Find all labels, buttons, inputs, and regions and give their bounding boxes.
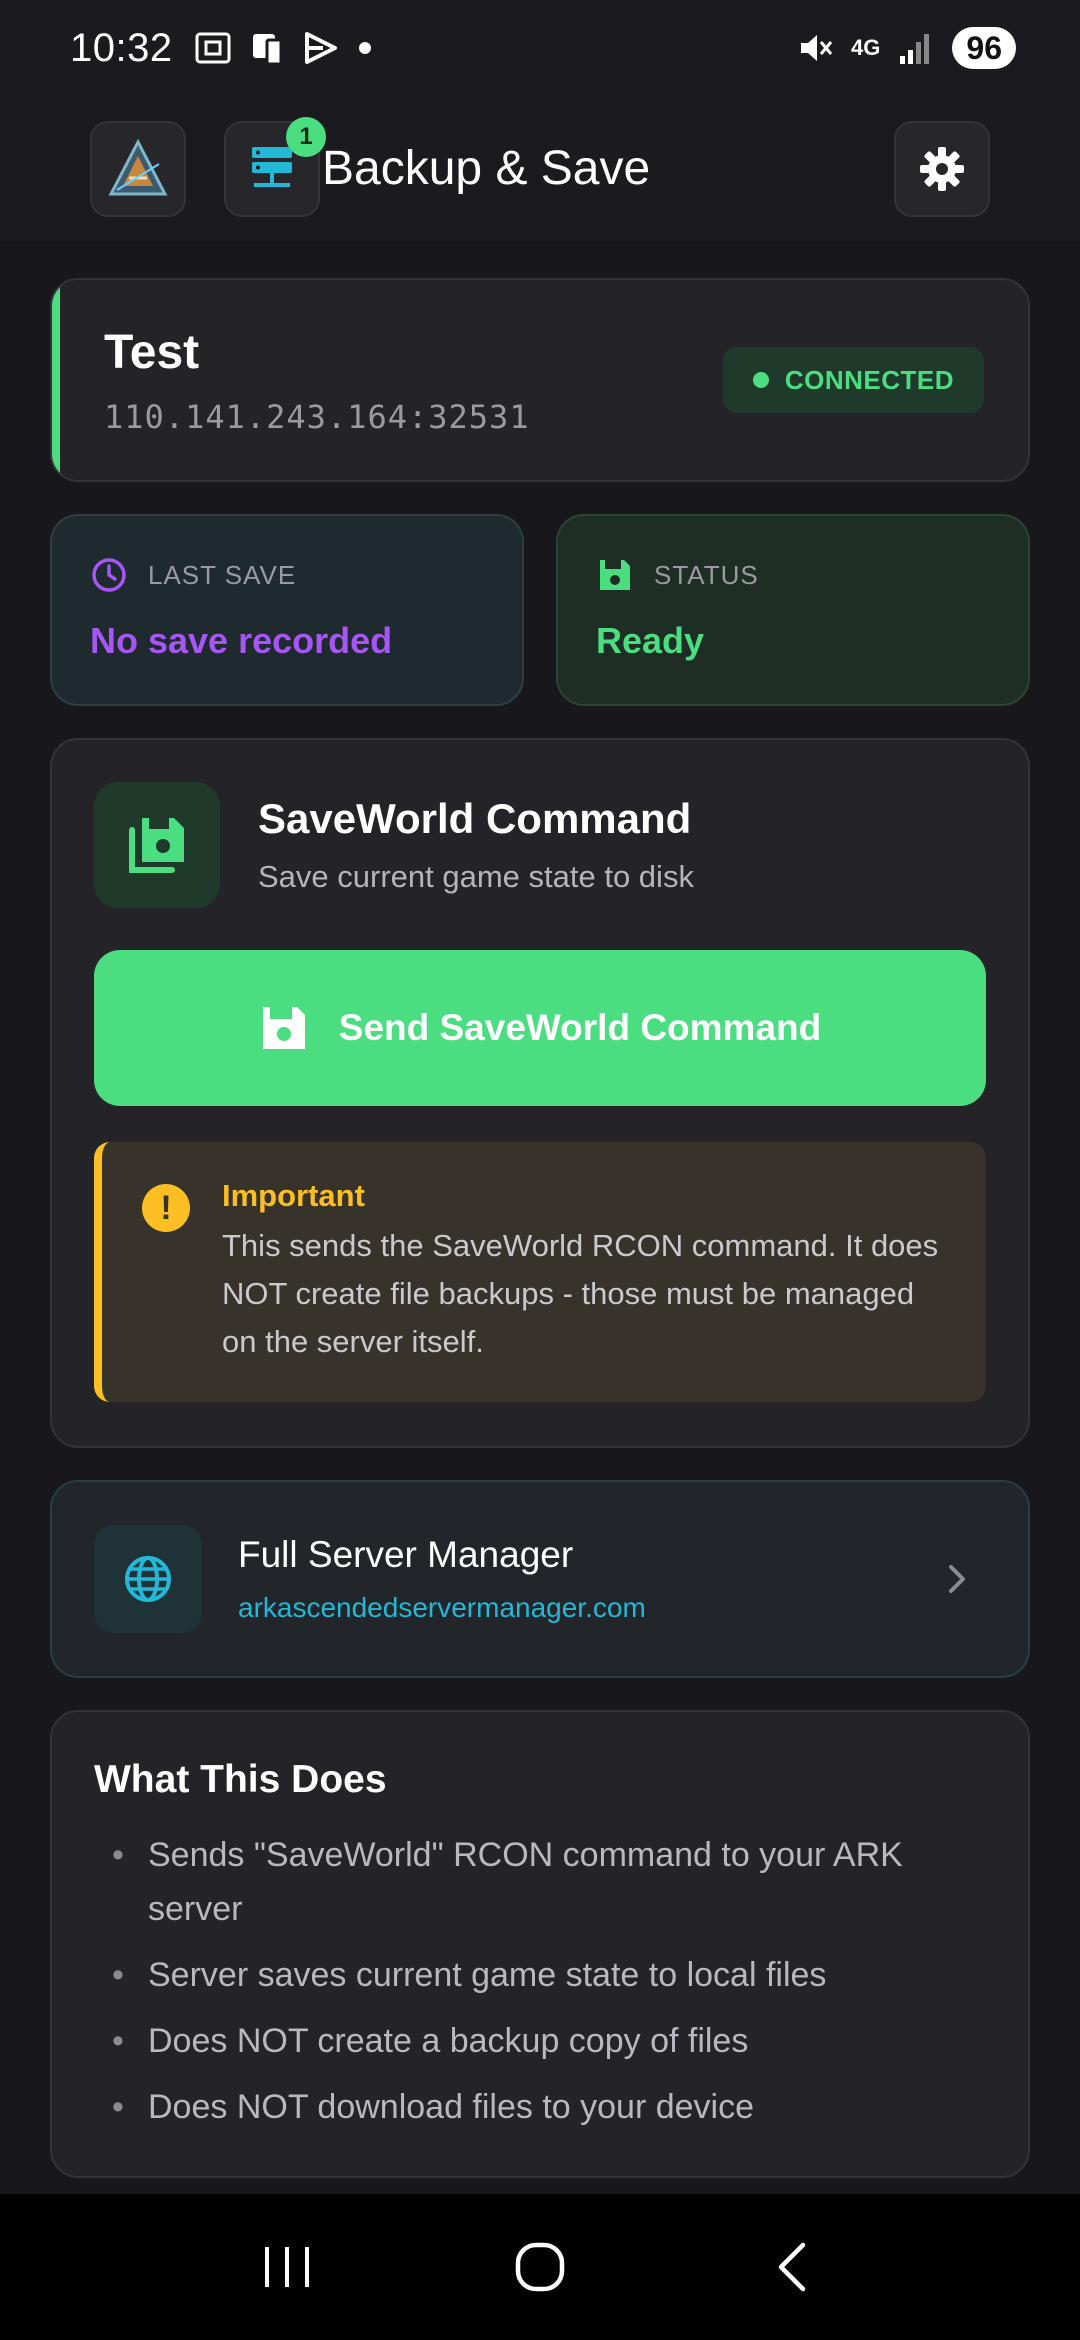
screenshot-icon bbox=[195, 32, 231, 64]
system-navigation-bar bbox=[0, 2194, 1080, 2340]
back-button[interactable] bbox=[738, 2212, 848, 2322]
list-item: Does NOT download files to your device bbox=[94, 2080, 986, 2134]
list-item: Server saves current game state to local… bbox=[94, 1948, 986, 2002]
server-details: Test 110.141.243.164:32531 bbox=[104, 325, 530, 436]
recent-apps-icon bbox=[264, 2247, 309, 2287]
signal-icon bbox=[900, 34, 930, 64]
clock-time: 10:32 bbox=[70, 25, 173, 70]
dot-icon bbox=[358, 42, 371, 54]
link-url: arkascendedservermanager.com bbox=[238, 1592, 646, 1623]
command-title: SaveWorld Command bbox=[258, 795, 692, 842]
warning-body: This sends the SaveWorld RCON command. I… bbox=[222, 1228, 939, 1359]
info-title: What This Does bbox=[94, 1758, 387, 1801]
system-status-bar: 10:32 4G 96 bbox=[0, 0, 1080, 96]
server-selector-button[interactable]: 1 bbox=[224, 116, 326, 217]
connection-status-label: CONNECTED bbox=[784, 364, 954, 395]
last-save-header: LAST SAVE bbox=[90, 556, 484, 594]
list-item: Sends "SaveWorld" RCON command to your A… bbox=[94, 1828, 986, 1936]
notification-icons bbox=[193, 28, 375, 68]
recent-apps-button[interactable] bbox=[232, 2212, 342, 2322]
info-list: Sends "SaveWorld" RCON command to your A… bbox=[94, 1828, 986, 2134]
what-this-does-card: What This Does Sends "SaveWorld" RCON co… bbox=[50, 1710, 1030, 2178]
floppy-disk-icon bbox=[262, 1007, 305, 1049]
list-item: Does NOT create a backup copy of files bbox=[94, 2014, 986, 2068]
exclamation-icon: ! bbox=[142, 1184, 190, 1232]
gear-icon bbox=[920, 146, 964, 191]
status-label: STATUS bbox=[654, 559, 759, 590]
mute-icon bbox=[801, 35, 833, 61]
clock-icon bbox=[92, 558, 126, 592]
server-count-badge: 1 bbox=[286, 116, 326, 157]
saveworld-command-card: SaveWorld Command Save current game stat… bbox=[50, 738, 1030, 1448]
globe-icon bbox=[125, 1556, 171, 1602]
server-name: Test bbox=[104, 325, 200, 379]
server-info-card: Test 110.141.243.164:32531 CONNECTED bbox=[50, 278, 1030, 482]
main-content[interactable]: Test 110.141.243.164:32531 CONNECTED LAS… bbox=[0, 242, 1080, 2194]
status-header: STATUS bbox=[596, 556, 990, 594]
server-address: 110.141.243.164:32531 bbox=[104, 397, 530, 436]
save-multiple-icon-box bbox=[94, 782, 220, 908]
last-save-label: LAST SAVE bbox=[148, 559, 297, 590]
important-warning: ! Important This sends the SaveWorld RCO… bbox=[94, 1142, 986, 1402]
back-icon bbox=[779, 2242, 806, 2292]
chevron-right-icon bbox=[949, 1565, 965, 1593]
full-server-manager-link[interactable]: Full Server Manager arkascendedserverman… bbox=[50, 1480, 1030, 1678]
last-save-value: No save recorded bbox=[90, 620, 393, 661]
play-store-icon bbox=[304, 32, 337, 64]
globe-icon-box bbox=[94, 1525, 202, 1633]
connection-status-badge: CONNECTED bbox=[722, 347, 984, 413]
command-card-text: SaveWorld Command Save current game stat… bbox=[220, 795, 694, 895]
status-dot-icon bbox=[752, 372, 769, 388]
device-icon bbox=[252, 34, 283, 66]
command-card-header: SaveWorld Command Save current game stat… bbox=[94, 782, 986, 908]
battery-level: 96 bbox=[952, 27, 1016, 69]
command-subtitle: Save current game state to disk bbox=[258, 859, 694, 894]
save-multiple-icon bbox=[129, 818, 184, 873]
status-card: STATUS Ready bbox=[556, 514, 1030, 706]
link-title: Full Server Manager bbox=[238, 1534, 574, 1575]
ark-logo-icon bbox=[108, 138, 168, 195]
settings-button[interactable] bbox=[894, 120, 990, 217]
app-header: 1 Backup & Save bbox=[0, 96, 1080, 242]
send-saveworld-button-label: Send SaveWorld Command bbox=[338, 1007, 822, 1048]
warning-title: Important bbox=[222, 1178, 365, 1213]
stats-row: LAST SAVE No save recorded STATUS Ready bbox=[50, 514, 1030, 706]
link-text: Full Server Manager arkascendedserverman… bbox=[238, 1534, 646, 1624]
last-save-card: LAST SAVE No save recorded bbox=[50, 514, 524, 706]
network-type: 4G bbox=[851, 35, 881, 60]
home-icon bbox=[515, 2242, 565, 2292]
warning-text: Important This sends the SaveWorld RCON … bbox=[222, 1178, 946, 1366]
home-button[interactable] bbox=[485, 2212, 595, 2322]
status-value: Ready bbox=[596, 620, 705, 661]
app-logo[interactable] bbox=[90, 120, 186, 217]
floppy-disk-icon bbox=[600, 560, 630, 590]
page-title: Backup & Save bbox=[322, 142, 651, 195]
send-saveworld-button[interactable]: Send SaveWorld Command bbox=[94, 950, 986, 1106]
system-indicators: 4G 96 bbox=[795, 27, 1016, 69]
